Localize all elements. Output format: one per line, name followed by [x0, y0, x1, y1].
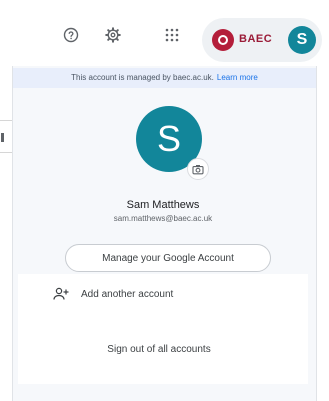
camera-icon[interactable]	[187, 158, 209, 180]
account-email: sam.matthews@baec.ac.uk	[113, 214, 213, 223]
sign-out-button[interactable]: Sign out of all accounts	[79, 336, 239, 362]
learn-more-link[interactable]: Learn more	[217, 73, 258, 82]
account-card: S Sam Matthews sam.matthews@baec.ac.uk M…	[18, 96, 308, 284]
manage-account-button[interactable]: Manage your Google Account	[65, 244, 271, 272]
avatar[interactable]: S	[288, 26, 316, 54]
account-panel: This account is managed by baec.ac.uk. Le…	[12, 66, 317, 401]
managed-banner: This account is managed by baec.ac.uk. Le…	[13, 68, 316, 88]
background-divider	[0, 120, 12, 121]
account-switcher-pill[interactable]: BAEC S	[202, 18, 322, 62]
gear-icon[interactable]	[102, 24, 124, 46]
background-mark	[1, 133, 4, 142]
add-person-icon	[52, 285, 70, 303]
account-name: Sam Matthews	[126, 199, 200, 211]
apps-grid-icon[interactable]	[161, 24, 183, 46]
top-bar: BAEC S	[0, 0, 329, 64]
add-account-label: Add another account	[81, 288, 174, 300]
account-actions: Add another account Sign out of all acco…	[18, 274, 308, 384]
add-account-item[interactable]: Add another account	[18, 280, 308, 308]
help-circle-icon[interactable]	[60, 24, 82, 46]
background-divider	[0, 152, 12, 153]
baec-logo	[212, 29, 234, 51]
org-name: BAEC	[239, 33, 273, 45]
managed-text: This account is managed by baec.ac.uk.	[71, 73, 214, 82]
